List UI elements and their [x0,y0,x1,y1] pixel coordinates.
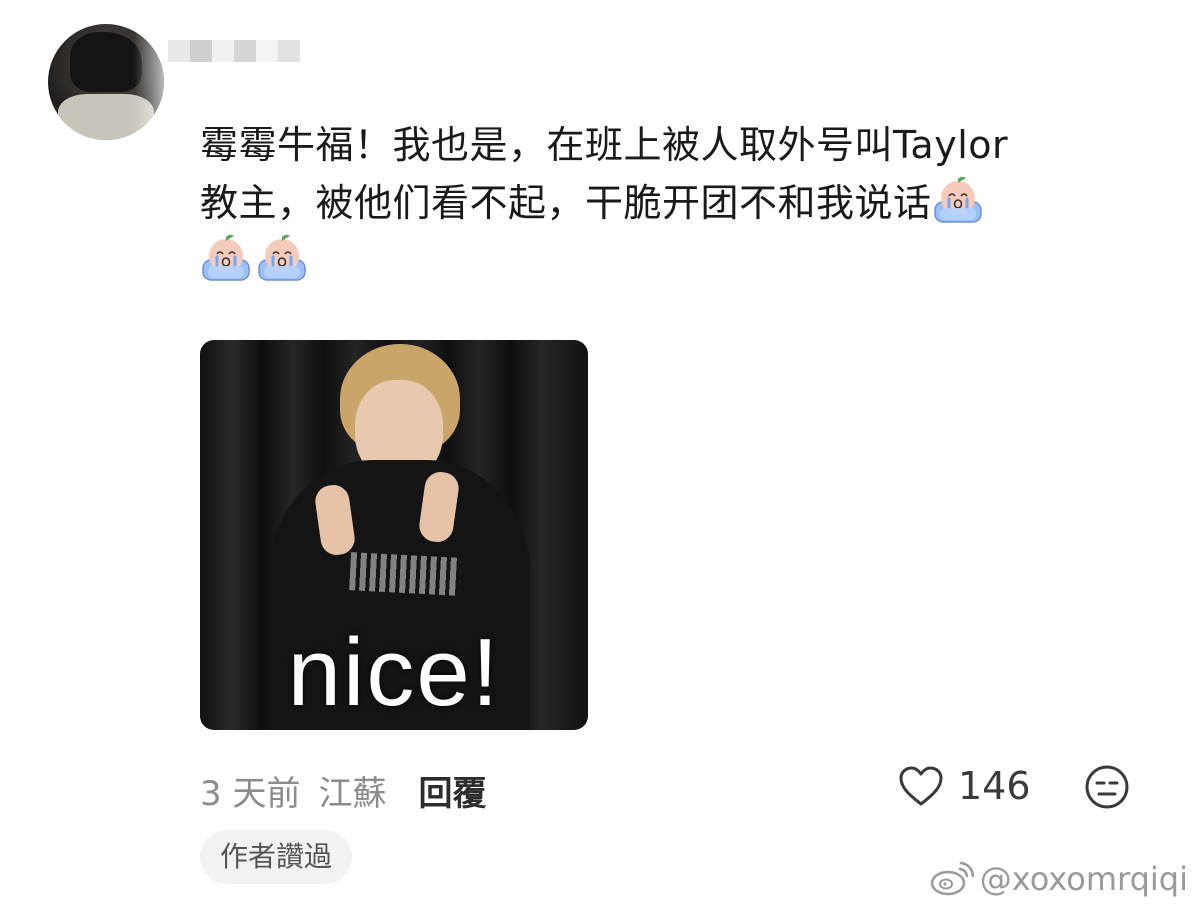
avatar-hair [70,32,142,92]
crying-peach-emoji-icon [202,234,250,281]
heart-icon [899,766,943,806]
weibo-logo-icon [930,861,974,896]
crying-peach-emoji-icon [933,176,982,223]
comment-line-2: 教主，被他们看不起，干脆开团不和我说话 [200,174,1160,232]
like-button[interactable]: 146 [898,764,1031,808]
crying-peach-emoji-icon [258,234,306,281]
avatar[interactable] [48,24,164,140]
avatar-light [134,24,164,140]
emoji-reaction-button[interactable] [1084,764,1130,814]
watermark: @xoxomrqiqi [930,860,1188,898]
sticker-image[interactable]: nice! [200,340,588,730]
author-liked-badge: 作者讚過 [200,830,353,884]
comment-text: 霉霉牛福！我也是，在班上被人取外号叫Taylor 教主，被他们看不起，干脆开团不… [200,116,1160,290]
sticker-caption: nice! [287,619,501,726]
comment-line-1: 霉霉牛福！我也是，在班上被人取外号叫Taylor [200,123,1009,167]
comment-line-3 [200,232,1160,290]
comment-meta: 3 天前 江蘇 回覆 [200,766,486,815]
watermark-text: @xoxomrqiqi [979,860,1188,898]
comment-location: 江蘇 [318,774,387,814]
comment-time: 3 天前 [200,774,301,814]
neutral-face-icon [1085,765,1129,809]
sticker-shirt-print [349,552,461,596]
like-count: 146 [958,764,1031,808]
username-masked[interactable] [168,40,300,62]
reply-button[interactable]: 回覆 [418,766,486,815]
